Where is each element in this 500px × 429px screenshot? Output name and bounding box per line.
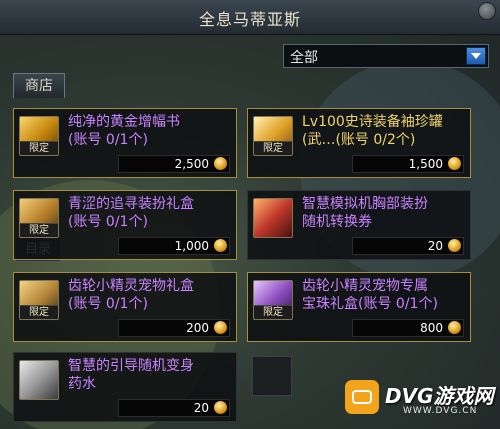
coin-icon [448,239,461,252]
price-box: 1,500 [352,155,464,173]
item-price: 1,500 [408,157,443,171]
category-dropdown[interactable]: 全部 [283,44,489,68]
item-price: 20 [427,239,443,253]
limited-badge: 限定 [254,305,292,319]
shop-item-card[interactable]: 限定 齿轮小精灵宠物礼盒 (账号 0/1个) 200 [13,272,237,342]
gift-box-icon: 限定 [19,198,59,238]
category-dropdown-value: 全部 [290,50,318,66]
coin-icon [214,239,227,252]
item-price: 1,000 [174,239,209,253]
coin-icon [214,321,227,334]
chevron-down-icon[interactable] [466,47,486,65]
shop-item-card[interactable]: 智慧模拟机胸部装扮 随机转换券 20 [247,190,471,260]
item-price: 2,500 [174,157,209,171]
close-button[interactable] [478,2,496,20]
shop-item-card[interactable]: 限定 青涩的追寻装扮礼盒 (账号 0/1个) 1,000 [13,190,237,260]
orb-gift-icon: 限定 [253,280,293,320]
coin-icon [214,157,227,170]
item-name: 纯净的黄金增幅书 (账号 0/1个) [68,114,180,148]
price-box: 2,500 [118,155,230,173]
item-price: 20 [193,401,209,415]
shop-window: 全息马蒂亚斯 全部 商店 目录 限定 纯净的黄金增幅书 (账号 0/1个) 2,… [0,0,500,429]
gamepad-icon [345,380,379,414]
golden-book-icon: 限定 [19,116,59,156]
shop-item-card[interactable]: 限定 齿轮小精灵宠物专属 宝珠礼盒(账号 0/1个) 800 [247,272,471,342]
empty-item-slot [252,356,292,396]
mystery-potion-icon [19,360,59,400]
limited-badge: 限定 [254,141,292,155]
epic-jar-icon: 限定 [253,116,293,156]
price-box: 800 [352,319,464,337]
item-price: 800 [420,321,443,335]
item-name: 齿轮小精灵宠物礼盒 (账号 0/1个) [68,278,194,312]
watermark-title: DVG游戏网 [385,384,494,408]
price-box: 200 [118,319,230,337]
gear-gift-icon: 限定 [19,280,59,320]
item-name: Lv100史诗装备袖珍罐 (武…(账号 0/2个) [302,114,443,148]
price-box: 1,000 [118,237,230,255]
item-price: 200 [186,321,209,335]
coin-icon [448,321,461,334]
item-name: 青涩的追寻装扮礼盒 (账号 0/1个) [68,196,194,230]
title-bar[interactable]: 全息马蒂亚斯 [0,0,500,35]
site-watermark: DVG游戏网 WWW.DVG.CN [345,378,500,423]
item-name: 齿轮小精灵宠物专属 宝珠礼盒(账号 0/1个) [302,278,438,312]
price-box: 20 [352,237,464,255]
limited-badge: 限定 [20,305,58,319]
limited-badge: 限定 [20,223,58,237]
watermark-url: WWW.DVG.CN [403,406,478,416]
item-name: 智慧的引导随机变身 药水 [68,358,194,392]
coin-icon [214,401,227,414]
shop-item-card[interactable]: 限定 纯净的黄金增幅书 (账号 0/1个) 2,500 [13,108,237,178]
coin-icon [448,157,461,170]
shop-item-card[interactable]: 限定 Lv100史诗装备袖珍罐 (武…(账号 0/2个) 1,500 [247,108,471,178]
item-name: 智慧模拟机胸部装扮 随机转换券 [302,196,428,230]
tab-shop[interactable]: 商店 [13,73,65,98]
price-box: 20 [118,399,230,417]
red-chest-icon [253,198,293,238]
limited-badge: 限定 [20,141,58,155]
shop-item-card[interactable]: 智慧的引导随机变身 药水 20 [13,352,237,422]
window-title: 全息马蒂亚斯 [198,10,301,29]
